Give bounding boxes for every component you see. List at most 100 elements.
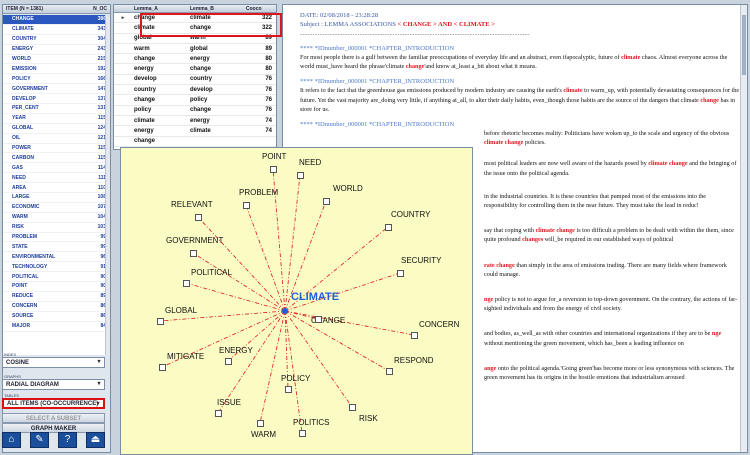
graph-node-label[interactable]: POINT: [262, 152, 286, 161]
table-row[interactable]: warm global 89: [114, 44, 276, 55]
list-item[interactable]: TECHNOLOGY 91: [3, 262, 110, 273]
list-item[interactable]: REDUCE 89: [3, 292, 110, 302]
table-row[interactable]: change policy 76: [114, 95, 276, 106]
table-row[interactable]: country develop 76: [114, 85, 276, 96]
list-item[interactable]: GLOBAL 124: [3, 124, 110, 134]
table-row[interactable]: policy change 76: [114, 106, 276, 116]
graph-node-marker[interactable]: [315, 316, 322, 323]
graph-node-marker[interactable]: [386, 368, 393, 375]
items-header-noc[interactable]: N_OC: [83, 6, 110, 12]
graph-node-label[interactable]: POLICY: [281, 374, 310, 383]
chevron-down-icon[interactable]: ▾: [94, 401, 102, 408]
graphs-select[interactable]: RADIAL DIAGRAM ▾: [2, 379, 105, 390]
graph-node-label[interactable]: PROBLEM: [239, 188, 278, 197]
list-item[interactable]: CLIMATE 343: [3, 25, 110, 35]
list-item[interactable]: POLICY 166: [3, 74, 110, 85]
text-scrollbar[interactable]: [740, 5, 747, 452]
graph-node-label[interactable]: POLITICAL: [191, 268, 232, 277]
graph-node-marker[interactable]: [349, 404, 356, 411]
table-row[interactable]: ▸ change climate 322: [114, 13, 276, 24]
list-item[interactable]: CHANGE 386: [3, 15, 110, 25]
list-item[interactable]: MAJOR 84: [3, 322, 110, 332]
tables-select[interactable]: ALL ITEMS (CO-OCCURRENCE) ▾: [2, 398, 105, 409]
graph-node-marker[interactable]: [243, 202, 250, 209]
graph-node-marker[interactable]: [411, 332, 418, 339]
items-scrollbar[interactable]: [105, 15, 110, 355]
graph-node-label[interactable]: POLITICS: [293, 418, 329, 427]
graph-node-marker[interactable]: [183, 280, 190, 287]
list-item[interactable]: GAS 114: [3, 163, 110, 174]
graph-node-marker[interactable]: [270, 166, 277, 173]
list-item[interactable]: SOURCE 86: [3, 312, 110, 322]
graph-node-marker[interactable]: [285, 386, 292, 393]
graph-node-marker[interactable]: [385, 224, 392, 231]
table-row[interactable]: global warm 89: [114, 34, 276, 44]
col-lemma-a[interactable]: Lemma_A: [132, 6, 188, 12]
index-select[interactable]: COSINE ▾: [2, 357, 105, 368]
graph-node-marker[interactable]: [297, 172, 304, 179]
list-item[interactable]: YEAR 115: [3, 114, 110, 124]
graph-node-label[interactable]: SECURITY: [401, 256, 441, 265]
list-item[interactable]: PER_CENT 131: [3, 104, 110, 114]
graph-node-label[interactable]: COUNTRY: [391, 210, 430, 219]
help-icon[interactable]: ?: [58, 432, 77, 448]
list-item[interactable]: STATE 99: [3, 242, 110, 253]
list-item[interactable]: PROBLEM 99: [3, 233, 110, 243]
table-row[interactable]: develop country 76: [114, 75, 276, 86]
table-row[interactable]: climate change 322: [114, 23, 276, 34]
graph-node-marker[interactable]: [257, 420, 264, 427]
notes-icon[interactable]: ✎: [30, 432, 49, 448]
graph-node-label[interactable]: WORLD: [333, 184, 363, 193]
graph-node-label[interactable]: ISSUE: [217, 398, 241, 407]
list-item[interactable]: CONCERN 86: [3, 302, 110, 312]
graph-node-label[interactable]: RISK: [359, 414, 378, 423]
chevron-down-icon[interactable]: ▾: [95, 359, 103, 366]
list-item[interactable]: WORLD 215: [3, 55, 110, 65]
list-item[interactable]: POLITICAL 90: [3, 272, 110, 283]
graph-node-marker[interactable]: [159, 364, 166, 371]
graph-node-marker[interactable]: [299, 430, 306, 437]
graph-node-marker[interactable]: [225, 358, 232, 365]
graph-node-marker[interactable]: [190, 250, 197, 257]
list-item[interactable]: DEVELOP 137: [3, 94, 110, 105]
graph-node-label[interactable]: MITIGATE: [167, 352, 204, 361]
items-header-item[interactable]: ITEM (N = 1381): [3, 6, 83, 12]
chevron-down-icon[interactable]: ▾: [95, 381, 103, 388]
list-item[interactable]: WARM 104: [3, 213, 110, 223]
graph-node-label[interactable]: GOVERNMENT: [166, 236, 223, 245]
graph-node-label[interactable]: NEED: [299, 158, 321, 167]
graph-node-label[interactable]: CONCERN: [419, 320, 459, 329]
list-item[interactable]: NEED 111: [3, 173, 110, 184]
graph-node-label[interactable]: ENERGY: [219, 346, 253, 355]
list-item[interactable]: AREA 110: [3, 183, 110, 194]
list-item[interactable]: ECONOMIC 107: [3, 203, 110, 213]
graph-node-label[interactable]: RESPOND: [394, 356, 434, 365]
list-item[interactable]: EMISSION 192: [3, 64, 110, 75]
graph-node-label[interactable]: RELEVANT: [171, 200, 213, 209]
list-item[interactable]: CARBON 115: [3, 153, 110, 164]
list-item[interactable]: ENVIRONMENTAL 96: [3, 252, 110, 263]
col-cooc[interactable]: Cooco: [244, 6, 276, 12]
table-row[interactable]: climate energy 74: [114, 116, 276, 127]
graph-node-marker[interactable]: [397, 270, 404, 277]
list-item[interactable]: POINT 90: [3, 282, 110, 292]
list-item[interactable]: OIL 121: [3, 134, 110, 144]
graph-node-marker[interactable]: [157, 318, 164, 325]
graph-node-label[interactable]: GLOBAL: [165, 306, 197, 315]
home-icon[interactable]: ⌂: [2, 432, 21, 448]
list-item[interactable]: LARGE 108: [3, 193, 110, 203]
scroll-thumb[interactable]: [742, 15, 746, 75]
table-row[interactable]: change: [114, 137, 276, 147]
table-row[interactable]: change energy 80: [114, 54, 276, 65]
col-lemma-b[interactable]: Lemma_B: [188, 6, 244, 12]
list-item[interactable]: ENERGY 243: [3, 45, 110, 55]
select-subset-button[interactable]: SELECT A SUBSET: [2, 413, 105, 423]
graph-node-marker[interactable]: [195, 214, 202, 221]
exit-icon[interactable]: ⏏: [86, 432, 105, 448]
graph-node-label[interactable]: WARM: [251, 430, 276, 439]
list-item[interactable]: GOVERNMENT 147: [3, 84, 110, 95]
list-item[interactable]: COUNTRY 304: [3, 35, 110, 45]
graph-node-marker[interactable]: [215, 410, 222, 417]
list-item[interactable]: RISK 103: [3, 223, 110, 233]
table-row[interactable]: energy climate 74: [114, 126, 276, 137]
